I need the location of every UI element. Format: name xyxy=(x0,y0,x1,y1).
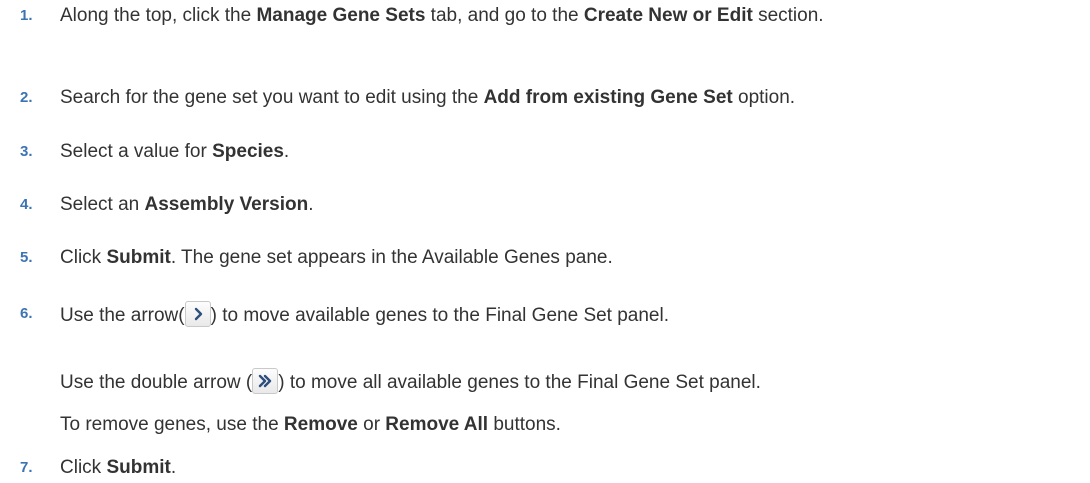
step-text: Select a value for Species. xyxy=(60,139,1085,165)
bold-term: Manage Gene Sets xyxy=(256,5,426,26)
text-run: Select a value for xyxy=(60,141,213,162)
text-run: ) to move all available genes to the Fin… xyxy=(278,372,761,393)
step-text: Search for the gene set you want to edit… xyxy=(60,85,1085,111)
single-arrow-right-icon xyxy=(184,301,211,327)
double-arrow-right-icon xyxy=(252,368,279,394)
step-text: Along the top, click the Manage Gene Set… xyxy=(60,3,1085,29)
step-number: 1. xyxy=(20,7,33,24)
step-number: 5. xyxy=(20,249,33,266)
text-run: Use the arrow( xyxy=(60,305,185,326)
step-number: 6. xyxy=(20,305,33,322)
text-run: Click xyxy=(60,247,107,268)
step-6-note-double-arrow: Use the double arrow ( ) to move all avai… xyxy=(60,368,1080,396)
text-run: option. xyxy=(732,87,796,108)
text-run: To remove genes, use the xyxy=(60,414,284,435)
step-number: 2. xyxy=(20,89,33,106)
bold-term: Submit xyxy=(106,247,171,268)
text-run: Select an xyxy=(60,194,145,215)
bold-term: Remove All xyxy=(385,414,489,435)
text-run: tab, and go to the xyxy=(425,5,584,26)
text-run: ) to move available genes to the Final G… xyxy=(210,305,670,326)
step-text: Click Submit. xyxy=(60,455,1085,481)
bold-term: Remove xyxy=(283,414,358,435)
step-number: 7. xyxy=(20,459,33,476)
text-run: . The gene set appears in the Available … xyxy=(170,247,613,268)
step-6-note-remove: To remove genes, use the Remove or Remov… xyxy=(60,412,1080,438)
bold-term: Create New or Edit xyxy=(583,5,753,26)
text-run: . xyxy=(283,141,290,162)
step-text: Use the arrow( ) to move available genes … xyxy=(60,301,1085,329)
bold-term: Add from existing Gene Set xyxy=(483,87,733,108)
text-run: buttons. xyxy=(488,414,561,435)
text-run: Click xyxy=(60,457,107,478)
text-run: Along the top, click the xyxy=(60,5,257,26)
bold-term: Assembly Version xyxy=(144,194,309,215)
step-text: Select an Assembly Version. xyxy=(60,192,1085,218)
step-text: Click Submit. The gene set appears in th… xyxy=(60,245,1085,271)
text-run: or xyxy=(357,414,386,435)
text-run: Use the double arrow ( xyxy=(60,372,253,393)
step-number: 4. xyxy=(20,196,33,213)
text-run: . xyxy=(170,457,177,478)
text-run: . xyxy=(308,194,314,215)
text-run: Search for the gene set you want to edit… xyxy=(60,87,484,108)
step-number: 3. xyxy=(20,143,33,160)
bold-term: Submit xyxy=(106,457,171,478)
bold-term: Species xyxy=(212,141,284,162)
text-run: section. xyxy=(752,5,824,26)
